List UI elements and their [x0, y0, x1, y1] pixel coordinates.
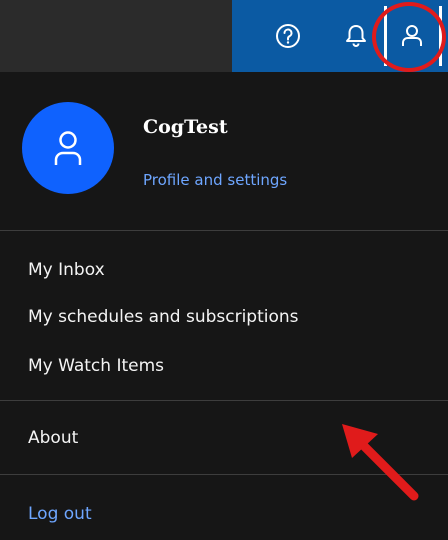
user-menu-panel: CogTest Profile and settings My Inbox My… — [0, 72, 448, 540]
user-menu-active-indicator — [384, 6, 442, 66]
profile-section: CogTest Profile and settings — [0, 72, 448, 230]
avatar-user-icon — [54, 131, 82, 165]
divider — [0, 400, 448, 401]
profile-settings-link[interactable]: Profile and settings — [143, 171, 287, 189]
help-icon — [276, 24, 300, 48]
bell-icon — [346, 25, 366, 47]
avatar — [22, 102, 114, 194]
divider — [0, 230, 448, 231]
divider — [0, 474, 448, 475]
menu-item-watch-items[interactable]: My Watch Items — [28, 356, 164, 376]
annotation-arrow — [342, 424, 419, 501]
menu-item-schedules-subscriptions[interactable]: My schedules and subscriptions — [28, 307, 299, 327]
username: CogTest — [143, 116, 228, 138]
help-button[interactable] — [252, 0, 324, 72]
menu-item-about[interactable]: About — [28, 428, 78, 448]
menu-item-logout[interactable]: Log out — [28, 504, 92, 524]
menu-item-inbox[interactable]: My Inbox — [28, 260, 105, 280]
